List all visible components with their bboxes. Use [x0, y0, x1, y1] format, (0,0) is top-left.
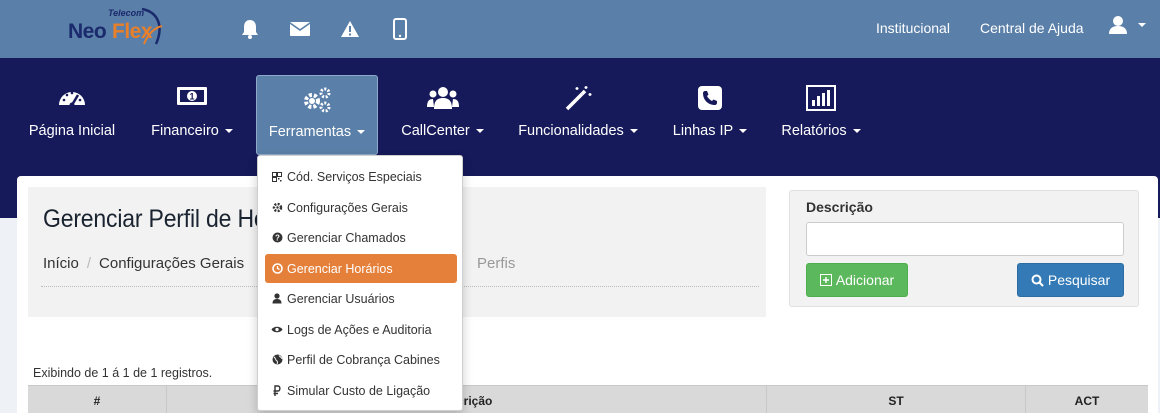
descricao-label: Descrição — [806, 199, 873, 215]
column-header-st[interactable]: ST — [767, 386, 1026, 413]
menu-item-label: Gerenciar Horários — [287, 261, 393, 276]
chevron-down-icon — [475, 129, 484, 134]
question-circle-icon: ? — [271, 232, 283, 243]
user-icon — [271, 293, 283, 304]
descricao-input[interactable] — [806, 222, 1124, 256]
menu-item-simular-custo[interactable]: Simular Custo de Ligação — [265, 376, 457, 405]
menu-item-gerenciar-usuarios[interactable]: Gerenciar Usuários — [265, 284, 457, 313]
chevron-down-icon — [224, 129, 233, 134]
chevron-down-icon — [629, 129, 638, 134]
nav-financeiro[interactable]: 1 Financeiro — [144, 75, 240, 155]
breadcrumb: Início / Configurações Gerais — [43, 255, 245, 272]
dashboard-icon — [22, 75, 122, 111]
globe-icon — [271, 354, 283, 365]
search-panel: Descrição Adicionar Pesquisar — [789, 190, 1139, 307]
nav-label: Financeiro — [151, 123, 219, 139]
qrcode-icon — [271, 171, 283, 182]
central-de-ajuda-link[interactable]: Central de Ajuda — [980, 20, 1084, 36]
menu-item-gerenciar-horarios[interactable]: Gerenciar Horários — [265, 254, 457, 283]
neoflex-logo[interactable]: Telecom Neo Flex — [66, 6, 166, 50]
institucional-link[interactable]: Institucional — [876, 20, 950, 36]
ruble-icon — [271, 384, 283, 397]
chevron-down-icon — [739, 129, 748, 134]
logo-name-neo: Neo — [68, 20, 107, 43]
add-button-label: Adicionar — [835, 272, 895, 288]
eye-icon — [271, 325, 283, 334]
nav-label: Página Inicial — [28, 123, 116, 139]
chevron-down-icon — [1138, 23, 1146, 27]
user-menu[interactable] — [1108, 15, 1146, 35]
gears-icon — [257, 76, 377, 113]
nav-label: Funcionalidades — [518, 123, 624, 139]
envelope-icon[interactable] — [288, 17, 312, 41]
records-count: Exibindo de 1 á 1 de 1 registros. — [33, 366, 213, 380]
menu-item-label: Gerenciar Usuários — [287, 291, 395, 306]
nav-linhas-ip[interactable]: Linhas IP — [668, 75, 752, 155]
menu-item-label: Logs de Ações e Auditoria — [287, 322, 432, 337]
menu-item-label: Simular Custo de Ligação — [287, 383, 431, 398]
plus-square-icon — [819, 274, 832, 286]
nav-pagina-inicial[interactable]: Página Inicial — [22, 75, 122, 155]
search-button-label: Pesquisar — [1047, 272, 1111, 288]
menu-item-perfil-de-cobranca[interactable]: Perfil de Cobrança Cabines — [265, 345, 457, 374]
clock-icon — [271, 263, 283, 274]
chevron-down-icon — [357, 130, 366, 135]
svg-text:?: ? — [275, 234, 280, 243]
warning-icon[interactable] — [338, 17, 362, 41]
search-icon — [1031, 274, 1044, 287]
nav-callcenter[interactable]: CallCenter — [395, 75, 490, 155]
top-bar: Telecom Neo Flex Institucional Central d… — [0, 0, 1160, 58]
chevron-down-icon — [852, 129, 861, 134]
nav-label: Linhas IP — [672, 123, 734, 139]
menu-item-label: Gerenciar Chamados — [287, 230, 406, 245]
nav-label: Ferramentas — [268, 124, 352, 140]
add-button[interactable]: Adicionar — [806, 263, 908, 297]
nav-funcionalidades[interactable]: Funcionalidades — [512, 75, 644, 155]
breadcrumb-configuracoes-gerais[interactable]: Configurações Gerais — [99, 255, 244, 272]
breadcrumb-current: Perfis — [477, 255, 516, 272]
user-icon — [1109, 16, 1127, 34]
menu-item-label: Configurações Gerais — [287, 200, 408, 215]
menu-item-gerenciar-chamados[interactable]: ? Gerenciar Chamados — [265, 223, 457, 252]
menu-item-configuracoes-gerais[interactable]: Configurações Gerais — [265, 193, 457, 222]
column-header-number[interactable]: # — [28, 386, 167, 413]
menu-item-label: Perfil de Cobrança Cabines — [287, 352, 440, 367]
nav-relatorios[interactable]: Relatórios — [775, 75, 867, 155]
users-icon — [395, 75, 490, 111]
menu-item-logs-de-acoes[interactable]: Logs de Ações e Auditoria — [265, 315, 457, 344]
bar-chart-icon — [775, 75, 867, 111]
menu-item-label: Cód. Serviços Especiais — [287, 169, 422, 184]
nav-ferramentas[interactable]: Ferramentas — [256, 75, 378, 155]
svg-text:1: 1 — [189, 92, 194, 102]
column-header-act[interactable]: ACT — [1026, 386, 1148, 413]
breadcrumb-inicio[interactable]: Início — [43, 255, 79, 272]
logo-swoosh-icon — [141, 7, 163, 45]
mobile-icon[interactable] — [388, 17, 412, 41]
table-header: # crição ST ACT — [28, 385, 1148, 413]
page-title: Gerenciar Perfil de He — [43, 205, 267, 233]
menu-item-cod-servicos-especiais[interactable]: Cód. Serviços Especiais — [265, 162, 457, 191]
search-button[interactable]: Pesquisar — [1017, 263, 1124, 297]
nav-label: CallCenter — [401, 123, 470, 139]
bell-icon[interactable] — [238, 17, 262, 41]
ferramentas-dropdown: Cód. Serviços Especiais Configurações Ge… — [257, 155, 463, 411]
money-icon: 1 — [144, 75, 240, 111]
magic-wand-icon — [512, 75, 644, 111]
cog-icon — [271, 202, 283, 213]
phone-icon — [668, 75, 752, 111]
nav-label: Relatórios — [781, 123, 847, 139]
